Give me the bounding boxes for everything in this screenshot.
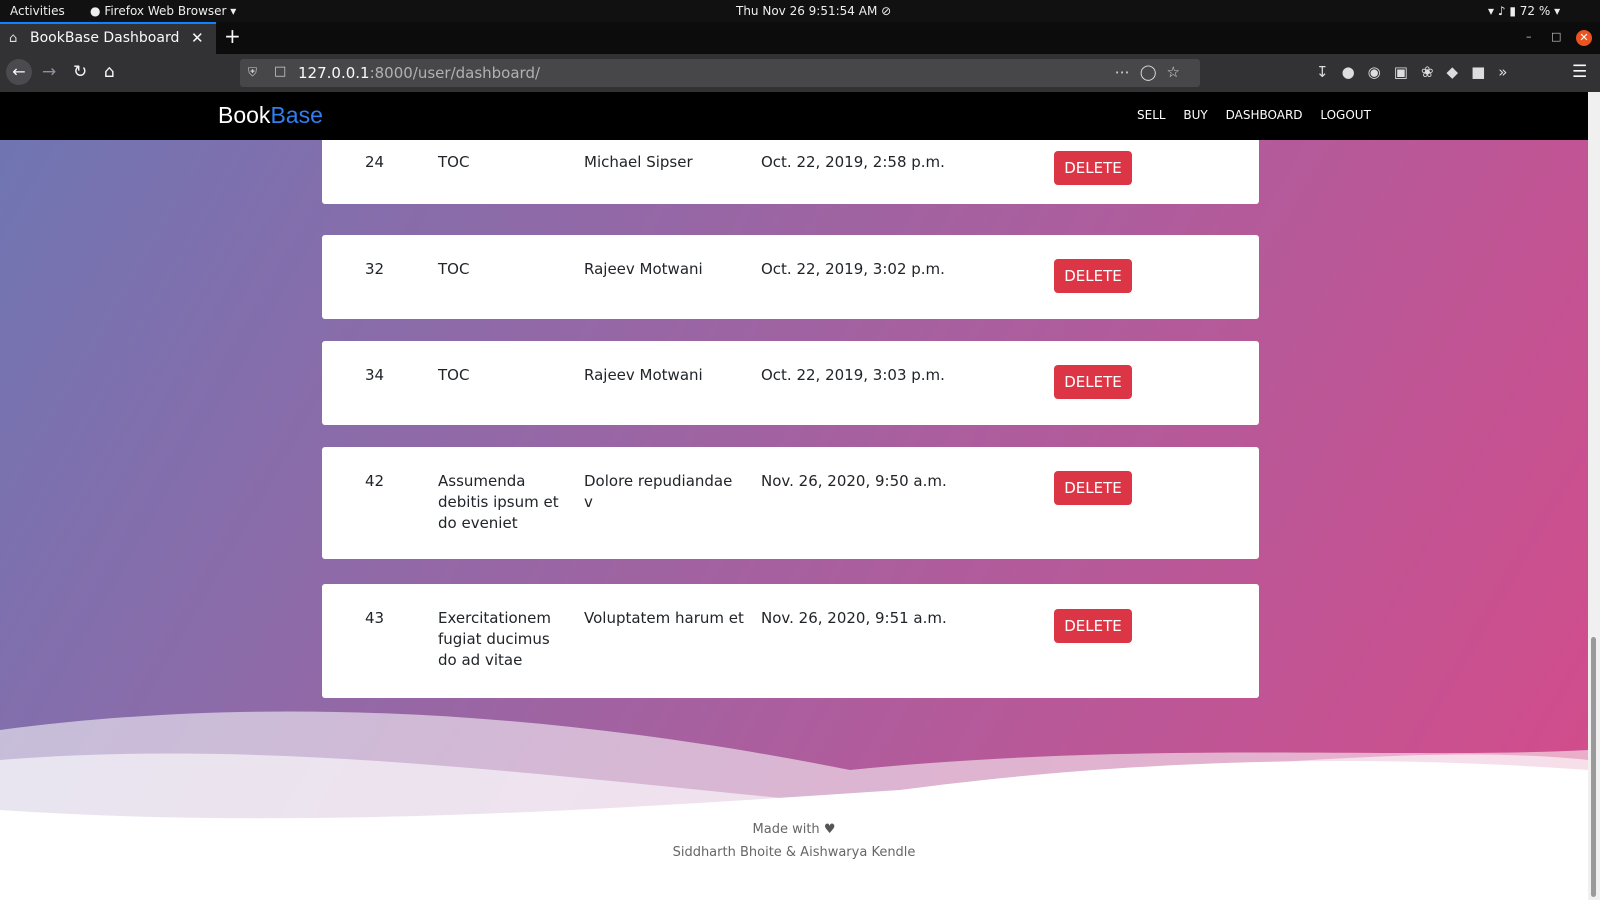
row-title: Exercitationem fugiat ducimus do ad vita… [438,609,552,669]
row-author: Voluptatem harum et [584,609,744,627]
activities-button[interactable]: Activities [10,4,65,18]
bookmark-star-icon[interactable]: ☆ [1167,63,1190,81]
overflow-chevron-icon[interactable]: » [1498,63,1520,81]
tab-strip: ⌂ BookBase Dashboard ✕ + – □ ✕ [0,22,1600,54]
home-icon[interactable]: ⌂ [104,62,115,82]
tracking-shield-icon[interactable]: ⛨ [248,65,257,80]
table-row: 42 Assumenda debitis ipsum et do eveniet… [322,447,1259,559]
brand-part-1: Book [218,102,271,128]
delete-button[interactable]: DELETE [1054,471,1132,505]
firefox-icon: ● [90,4,101,18]
table-row: 34 TOC Rajeev Motwani Oct. 22, 2019, 3:0… [322,341,1259,425]
battery-icon: ▮ [1509,4,1516,18]
url-text[interactable]: 127.0.0.1:8000/user/dashboard/ [298,64,540,82]
chevron-down-icon: ▾ [1554,4,1561,18]
extension-icon[interactable]: ● [1342,63,1368,81]
nav-logout[interactable]: LOGOUT [1320,108,1371,122]
page-info-icon[interactable]: □ [274,64,286,79]
row-title: TOC [438,260,470,278]
row-id: 32 [365,260,385,278]
row-date: Nov. 26, 2020, 9:51 a.m. [761,609,947,627]
back-arrow-icon[interactable]: ← [6,59,32,85]
row-author: Dolore repudiandae v [584,472,733,511]
nav-buy[interactable]: BUY [1183,108,1207,122]
extension-icon[interactable]: ◉ [1368,63,1394,81]
url-path: :8000/user/dashboard/ [369,64,541,82]
home-favicon-icon: ⌂ [9,31,18,46]
row-id: 43 [365,609,385,627]
footer-made-with: Made with ♥ [0,822,1588,837]
row-id: 42 [365,472,385,490]
wifi-icon: ▾ [1488,4,1495,18]
tab-bookbase-dashboard[interactable]: ⌂ BookBase Dashboard ✕ [0,22,216,54]
minimize-icon[interactable]: – [1526,30,1532,43]
row-date: Oct. 22, 2019, 3:02 p.m. [761,260,945,278]
row-author: Rajeev Motwani [584,260,703,278]
delete-button[interactable]: DELETE [1054,259,1132,293]
delete-button[interactable]: DELETE [1054,365,1132,399]
site-navbar: BookBase SELL BUY DASHBOARD LOGOUT [0,92,1588,140]
table-row: 32 TOC Rajeev Motwani Oct. 22, 2019, 3:0… [322,235,1259,319]
clock-text: Thu Nov 26 9:51:54 AM [736,4,878,18]
delete-button[interactable]: DELETE [1054,609,1132,643]
close-window-icon[interactable]: ✕ [1576,30,1592,46]
nav-sell[interactable]: SELL [1137,108,1166,122]
clock[interactable]: Thu Nov 26 9:51:54 AM ⊘ [736,4,891,18]
row-author: Rajeev Motwani [584,366,703,384]
page-actions-icon[interactable]: ⋯ [1115,63,1140,81]
maximize-icon[interactable]: □ [1551,30,1561,43]
extension-icon[interactable]: ■ [1471,63,1498,81]
extension-icon[interactable]: ◆ [1447,63,1472,81]
row-title: Assumenda debitis ipsum et do eveniet [438,472,559,532]
footer-wave [0,711,1588,900]
site-brand[interactable]: BookBase [218,102,323,129]
scrollbar-thumb[interactable] [1591,637,1596,897]
volume-icon: ♪ [1497,4,1506,18]
pocket-icon[interactable]: ◯ [1140,63,1167,81]
tab-title: BookBase Dashboard [30,30,180,46]
row-id: 34 [365,366,385,384]
hamburger-menu-icon[interactable]: ☰ [1572,62,1587,82]
app-menu-label: Firefox Web Browser [104,4,227,18]
delete-button[interactable]: DELETE [1054,151,1132,185]
brand-part-2: Base [270,102,323,128]
url-actions: ⋯◯☆ [1115,63,1190,81]
row-id: 24 [365,153,385,171]
page-scrollbar[interactable] [1588,92,1600,900]
browser-toolbar: ← → ↻ ⌂ ⛨ □ 127.0.0.1:8000/user/dashboar… [0,54,1600,92]
row-date: Nov. 26, 2020, 9:50 a.m. [761,472,947,490]
table-row: 43 Exercitationem fugiat ducimus do ad v… [322,584,1259,698]
forward-arrow-icon[interactable]: → [42,62,56,82]
notifications-muted-icon: ⊘ [881,4,892,18]
system-status-area[interactable]: ▾ ♪ ▮ 72 % ▾ [1488,4,1560,18]
row-date: Oct. 22, 2019, 2:58 p.m. [761,153,945,171]
reload-icon[interactable]: ↻ [73,62,87,82]
battery-level: 72 % [1519,4,1551,18]
system-top-bar: Activities ● Firefox Web Browser ▾ Thu N… [0,0,1600,22]
row-date: Oct. 22, 2019, 3:03 p.m. [761,366,945,384]
download-icon[interactable]: ↧ [1316,63,1342,81]
url-host: 127.0.0.1 [298,64,370,82]
extension-icons: ↧●◉▣❀◆■» [1316,63,1520,81]
made-with-text: Made with [752,822,820,837]
url-bar[interactable]: ⛨ □ 127.0.0.1:8000/user/dashboard/ ⋯◯☆ [240,59,1200,87]
nav-dashboard[interactable]: DASHBOARD [1226,108,1303,122]
close-tab-icon[interactable]: ✕ [191,29,204,47]
row-title: TOC [438,153,470,171]
heart-icon: ♥ [823,822,836,837]
new-tab-icon[interactable]: + [224,24,241,48]
row-title: TOC [438,366,470,384]
app-menu[interactable]: ● Firefox Web Browser ▾ [90,4,236,18]
extension-icon[interactable]: ❀ [1421,63,1447,81]
page-viewport: BookBase SELL BUY DASHBOARD LOGOUT 24 TO… [0,92,1588,900]
row-author: Michael Sipser [584,153,693,171]
footer-authors: Siddharth Bhoite & Aishwarya Kendle [672,845,916,860]
site-nav-links: SELL BUY DASHBOARD LOGOUT [1137,108,1385,122]
chevron-down-icon: ▾ [230,4,237,18]
extension-icon[interactable]: ▣ [1394,63,1421,81]
